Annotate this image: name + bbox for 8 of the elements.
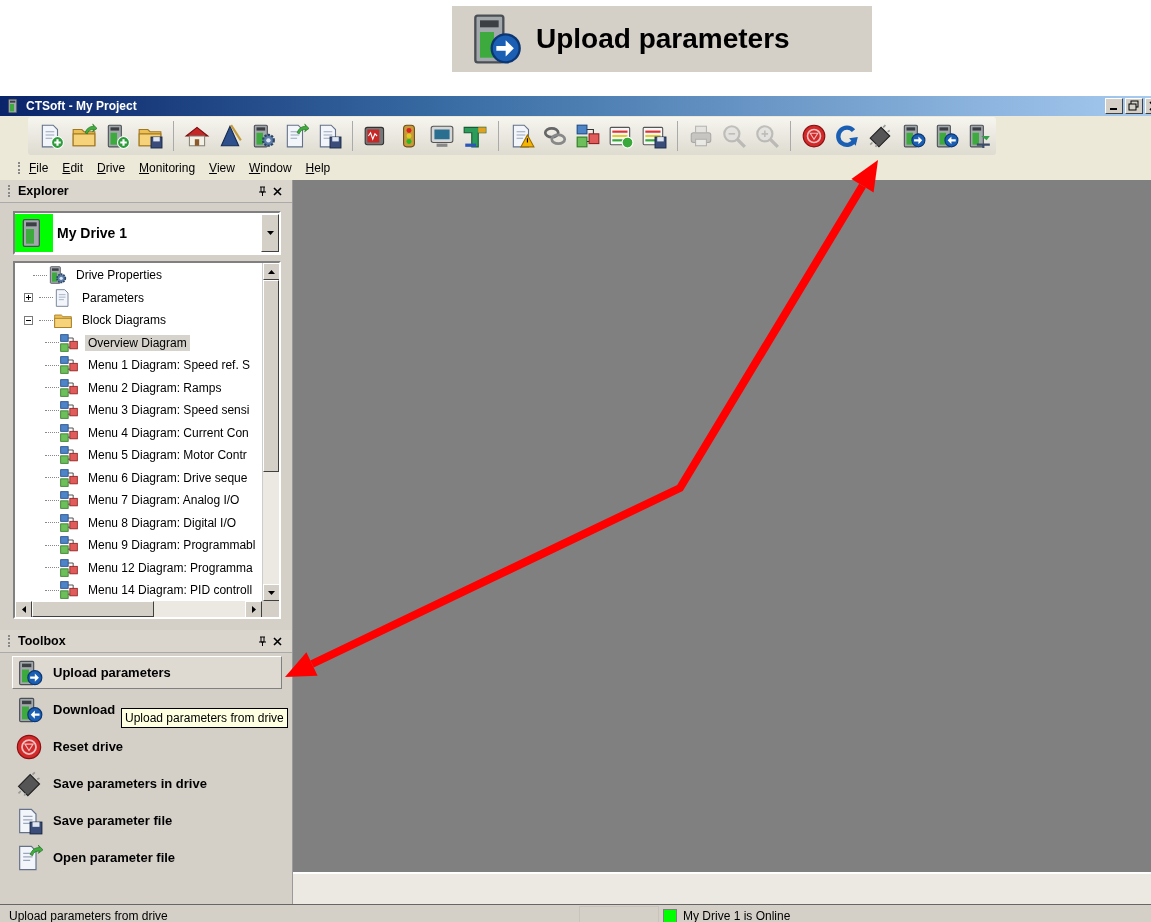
status-text: My Drive 1 is Online <box>683 909 791 922</box>
dropdown-value: My Drive 1 <box>56 225 129 241</box>
window-title: CTSoft - My Project <box>26 99 137 113</box>
tooltip: Upload parameters from drive <box>121 708 288 728</box>
panel-title: Explorer <box>18 184 70 198</box>
callout-text: Upload parameters <box>536 23 790 55</box>
panel-title: Toolbox <box>18 634 67 648</box>
status-message: Upload parameters from drive <box>8 909 169 922</box>
